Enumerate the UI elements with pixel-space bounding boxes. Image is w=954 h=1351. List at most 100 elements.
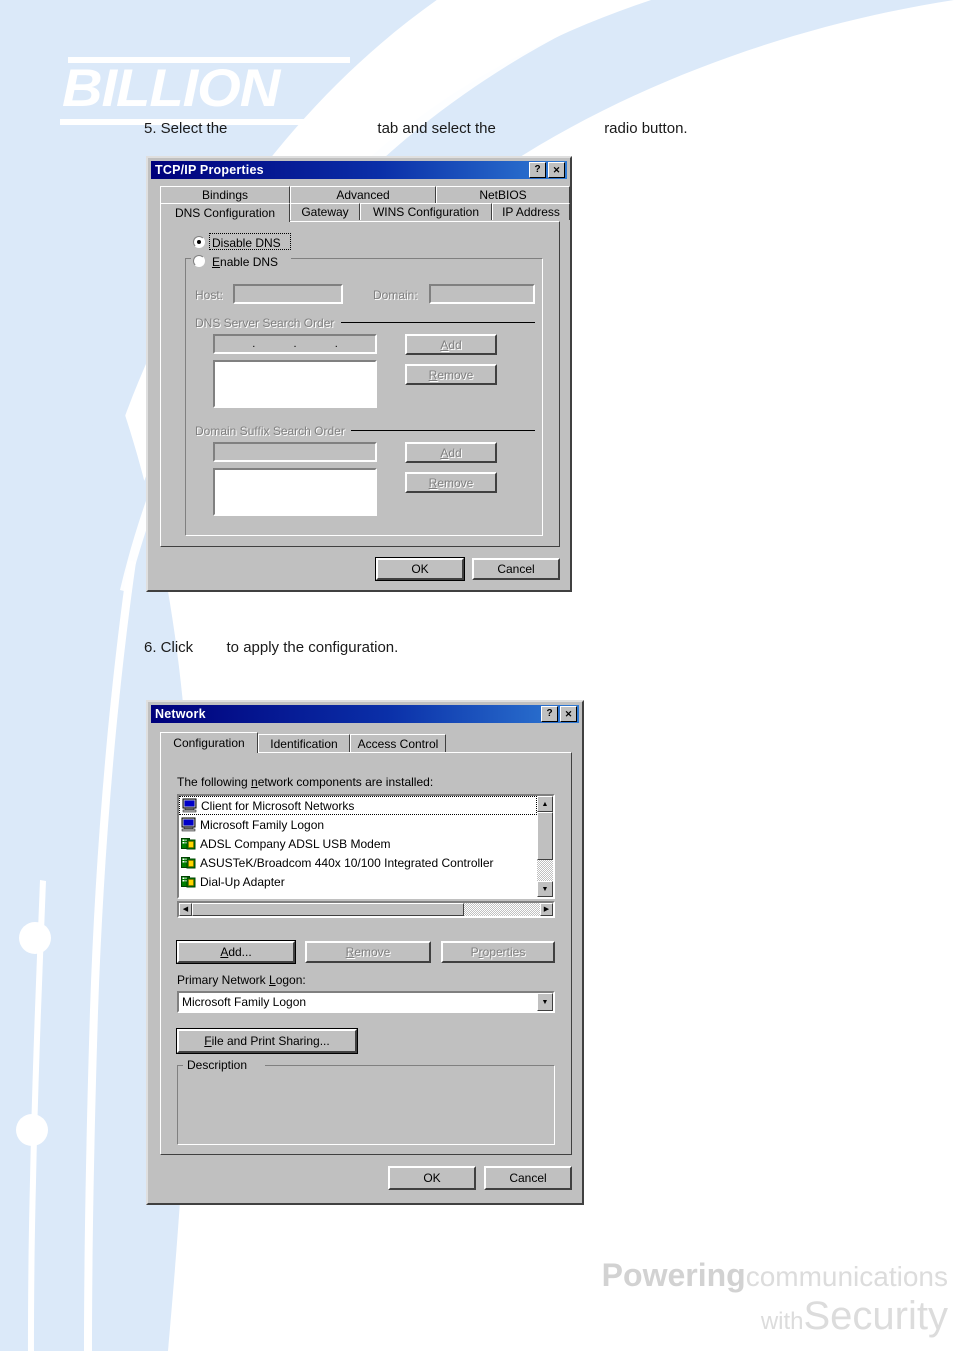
tcpip-cancel-button[interactable]: Cancel bbox=[472, 558, 560, 580]
tab-advanced[interactable]: Advanced bbox=[290, 186, 436, 203]
tab-advanced-label: Advanced bbox=[336, 188, 390, 202]
dns-remove-button[interactable]: Remove bbox=[405, 364, 497, 385]
tab-bindings-label: Bindings bbox=[201, 188, 249, 202]
tab-access-control[interactable]: Access Control bbox=[350, 734, 446, 753]
tab-configuration-label: Configuration bbox=[173, 736, 245, 750]
scroll-left-icon[interactable]: ◀ bbox=[179, 903, 192, 916]
help-icon[interactable]: ? bbox=[529, 162, 546, 178]
ip-octet-1[interactable] bbox=[215, 336, 251, 352]
tab-dns-configuration-label: DNS Configuration bbox=[174, 206, 276, 220]
file-print-sharing-button[interactable]: File and Print Sharing... bbox=[176, 1028, 358, 1054]
network-cancel-button[interactable]: Cancel bbox=[484, 1166, 572, 1190]
footer-security: Security bbox=[803, 1294, 949, 1338]
suffix-search-order-rule bbox=[351, 430, 535, 431]
list-item-label: Client for Microsoft Networks bbox=[201, 798, 355, 813]
tab-ip-address[interactable]: IP Address bbox=[492, 203, 570, 220]
network-components-list-viewport: Client for Microsoft Networks Microsoft … bbox=[179, 796, 537, 897]
domain-label: Domain: bbox=[373, 288, 418, 302]
tcpip-titlebar: TCP/IP Properties ? ✕ bbox=[151, 161, 567, 179]
tab-dns-configuration[interactable]: DNS Configuration bbox=[160, 203, 290, 222]
radio-disable-dns-label: Disable DNS bbox=[212, 236, 281, 250]
list-item[interactable]: ADSL Company ADSL USB Modem bbox=[179, 834, 537, 853]
radio-enable-dns[interactable] bbox=[193, 255, 205, 267]
radio-disable-dns[interactable] bbox=[193, 236, 205, 248]
list-item-label: ADSL Company ADSL USB Modem bbox=[200, 836, 391, 851]
components-label: The following network components are ins… bbox=[177, 775, 434, 789]
host-input[interactable] bbox=[233, 284, 343, 304]
network-ok-button[interactable]: OK bbox=[388, 1166, 476, 1190]
list-item[interactable]: ASUSTeK/Broadcom 440x 10/100 Integrated … bbox=[179, 853, 537, 872]
tcpip-ok-button[interactable]: OK bbox=[375, 557, 465, 581]
tab-gateway[interactable]: Gateway bbox=[290, 203, 360, 220]
tcpip-tabs-row-2[interactable]: DNS Configuration Gateway WINS Configura… bbox=[160, 203, 570, 222]
primary-logon-label: Primary Network Logon: bbox=[177, 973, 306, 987]
ip-octet-3[interactable] bbox=[298, 336, 334, 352]
help-icon[interactable]: ? bbox=[541, 706, 558, 722]
list-item[interactable]: Dial-Up Adapter bbox=[179, 872, 537, 891]
scroll-down-icon[interactable]: ▼ bbox=[537, 881, 553, 897]
dns-search-order-label: DNS Server Search Order bbox=[195, 316, 335, 330]
chevron-down-icon[interactable]: ▼ bbox=[537, 993, 553, 1011]
list-item[interactable]: Microsoft Family Logon bbox=[179, 815, 537, 834]
footer-with: with bbox=[760, 1308, 804, 1335]
network-adapter-icon bbox=[181, 836, 197, 851]
list-horizontal-scrollbar[interactable]: ◀ ▶ bbox=[177, 901, 555, 918]
close-icon[interactable]: ✕ bbox=[548, 162, 565, 178]
step-6-text: 6. Click to apply the configuration. bbox=[144, 639, 399, 656]
billion-logo: BILLION bbox=[60, 57, 350, 125]
suffix-add-button[interactable]: Add bbox=[405, 442, 497, 463]
network-dialog[interactable]: Network ? ✕ Configuration Identification… bbox=[146, 700, 584, 1205]
suffix-list[interactable] bbox=[213, 468, 377, 516]
dns-add-button[interactable]: Add bbox=[405, 334, 497, 355]
tcpip-properties-dialog[interactable]: TCP/IP Properties ? ✕ Bindings Advanced … bbox=[146, 156, 572, 592]
description-text bbox=[183, 1077, 549, 1139]
scroll-right-icon[interactable]: ▶ bbox=[540, 903, 553, 916]
suffix-search-order-label: Domain Suffix Search Order bbox=[195, 424, 345, 438]
footer-communications: communications bbox=[745, 1261, 948, 1292]
remove-component-button[interactable]: Remove bbox=[305, 941, 431, 963]
tcpip-ok-label: OK bbox=[411, 562, 429, 576]
properties-button[interactable]: Properties bbox=[441, 941, 555, 963]
logo-wordmark: BILLION bbox=[62, 59, 280, 118]
computer-icon bbox=[182, 798, 198, 813]
tab-bindings[interactable]: Bindings bbox=[160, 186, 290, 203]
domain-input[interactable] bbox=[429, 284, 535, 304]
tab-identification[interactable]: Identification bbox=[258, 734, 350, 753]
list-item-label: ASUSTeK/Broadcom 440x 10/100 Integrated … bbox=[200, 855, 494, 870]
list-item-label: Dial-Up Adapter bbox=[200, 874, 285, 889]
dns-server-ip-input[interactable]: . . . bbox=[213, 334, 377, 354]
tab-wins-configuration[interactable]: WINS Configuration bbox=[360, 203, 492, 220]
scroll-up-icon[interactable]: ▲ bbox=[537, 796, 553, 812]
network-components-list[interactable]: Client for Microsoft Networks Microsoft … bbox=[177, 794, 555, 899]
radio-disable-dns-dot bbox=[197, 240, 201, 244]
tab-configuration[interactable]: Configuration bbox=[160, 732, 258, 753]
suffix-remove-button[interactable]: Remove bbox=[405, 472, 497, 493]
network-tabs[interactable]: Configuration Identification Access Cont… bbox=[160, 732, 446, 753]
footer-line-2: withSecurity bbox=[602, 1295, 948, 1343]
tab-netbios[interactable]: NetBIOS bbox=[436, 186, 570, 203]
tab-wins-configuration-label: WINS Configuration bbox=[372, 205, 480, 219]
network-ok-label: OK bbox=[423, 1171, 441, 1185]
network-adapter-icon bbox=[181, 855, 197, 870]
network-adapter-icon bbox=[181, 874, 197, 889]
tab-netbios-label: NetBIOS bbox=[479, 188, 527, 202]
suffix-input[interactable] bbox=[213, 442, 377, 462]
ip-octet-4[interactable] bbox=[339, 336, 375, 352]
close-icon[interactable]: ✕ bbox=[560, 706, 577, 722]
list-item-label: Microsoft Family Logon bbox=[200, 817, 325, 832]
tcpip-tabs-row-1[interactable]: Bindings Advanced NetBIOS bbox=[160, 186, 570, 203]
tab-access-control-label: Access Control bbox=[357, 737, 439, 751]
network-cancel-label: Cancel bbox=[509, 1171, 547, 1185]
footer-tagline: Poweringcommunications withSecurity bbox=[602, 1257, 948, 1343]
list-item[interactable]: Client for Microsoft Networks bbox=[179, 796, 537, 815]
scrollbar-thumb-vertical[interactable] bbox=[537, 812, 553, 860]
ip-octet-2[interactable] bbox=[256, 336, 292, 352]
dns-server-list[interactable] bbox=[213, 360, 377, 408]
list-vertical-scrollbar[interactable]: ▲ ▼ bbox=[537, 796, 553, 897]
computer-icon bbox=[181, 817, 197, 832]
tcpip-title: TCP/IP Properties bbox=[155, 163, 264, 177]
add-component-button[interactable]: Add... bbox=[176, 940, 296, 964]
primary-logon-combobox[interactable]: Microsoft Family Logon ▼ bbox=[177, 991, 555, 1013]
scrollbar-thumb-horizontal[interactable] bbox=[192, 903, 464, 916]
tab-identification-label: Identification bbox=[270, 737, 338, 751]
